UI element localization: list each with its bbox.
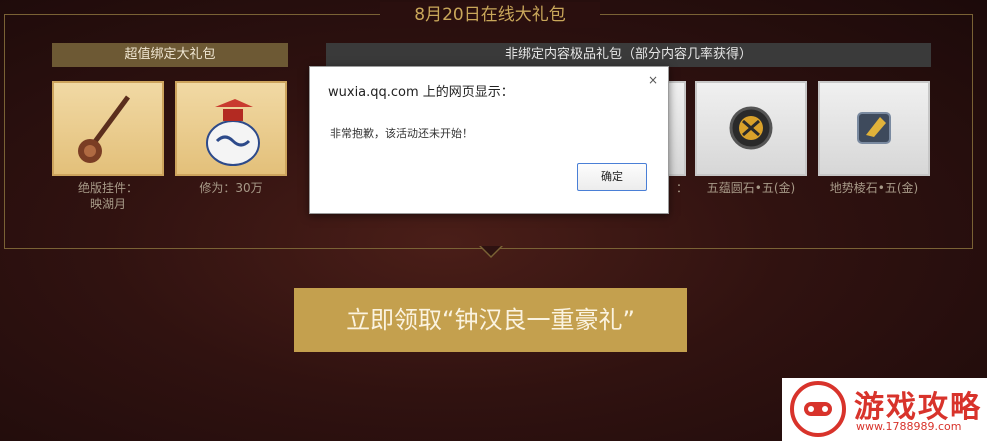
item-pendant-caption: 绝版挂件： 映湖月: [77, 181, 138, 211]
item-wine-jar-caption: 修为：30万: [199, 181, 263, 195]
dialog-message: 非常抱歉，该活动还未开始！: [330, 127, 473, 140]
tab-bound: 超值绑定大礼包: [52, 43, 288, 67]
frame-title: 8月20日在线大礼包: [380, 2, 600, 28]
item-stone-prism[interactable]: [818, 81, 930, 176]
pendant-icon: [78, 95, 131, 163]
close-icon[interactable]: ×: [648, 73, 658, 87]
frame-notch-inner: [481, 246, 501, 256]
round-stone-icon: [729, 106, 773, 150]
item-wine-jar[interactable]: [175, 81, 287, 176]
wine-jar-icon: [206, 99, 260, 166]
dialog-title: wuxia.qq.com 上的网页显示：: [328, 85, 514, 100]
claim-button[interactable]: 立即领取“钟汉良一重豪礼”: [294, 288, 687, 352]
watermark-url: www.1788989.com: [856, 420, 962, 433]
watermark: 游戏攻略 www.1788989.com: [782, 378, 987, 441]
ok-button[interactable]: 确定: [577, 163, 647, 191]
tab-unbound: 非绑定内容极品礼包（部分内容几率获得）: [326, 43, 931, 67]
item-pendant[interactable]: [52, 81, 164, 176]
item-stone-prism-caption: 地势棱石•五(金): [829, 181, 919, 195]
alert-dialog: wuxia.qq.com 上的网页显示： × 非常抱歉，该活动还未开始！ 确定: [309, 66, 669, 214]
item-stone-round-caption: 五蕴圆石•五(金): [706, 181, 796, 195]
item-stone-round[interactable]: [695, 81, 807, 176]
gamepad-logo-icon: [790, 381, 846, 437]
prism-stone-icon: [857, 112, 891, 144]
